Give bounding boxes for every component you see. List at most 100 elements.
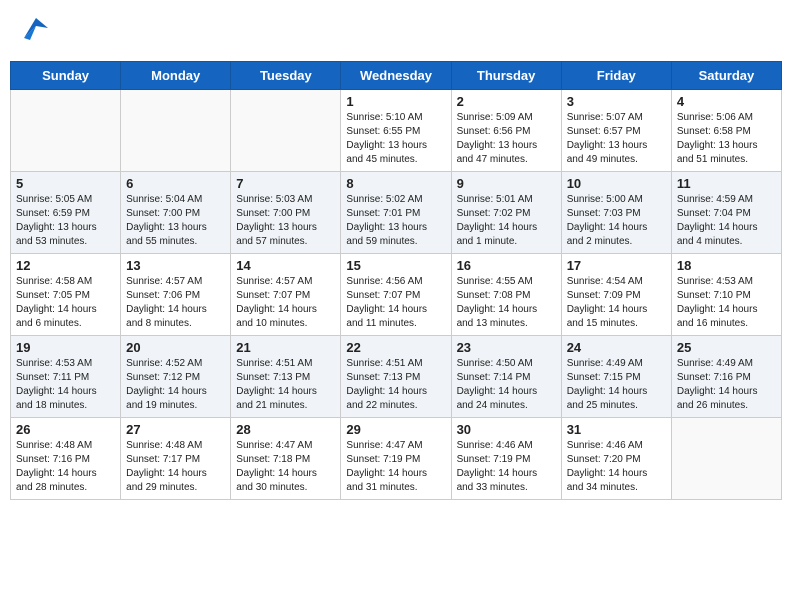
day-info: Sunrise: 4:50 AM Sunset: 7:14 PM Dayligh… <box>457 357 556 413</box>
day-number: 16 <box>457 258 556 273</box>
day-info: Sunrise: 4:57 AM Sunset: 7:06 PM Dayligh… <box>126 275 225 331</box>
day-number: 18 <box>677 258 776 273</box>
calendar-day-cell: 23Sunrise: 4:50 AM Sunset: 7:14 PM Dayli… <box>451 336 561 418</box>
day-info: Sunrise: 4:58 AM Sunset: 7:05 PM Dayligh… <box>16 275 115 331</box>
day-info: Sunrise: 4:47 AM Sunset: 7:18 PM Dayligh… <box>236 439 335 495</box>
day-info: Sunrise: 4:47 AM Sunset: 7:19 PM Dayligh… <box>346 439 445 495</box>
weekday-header-saturday: Saturday <box>671 62 781 90</box>
calendar-day-cell: 24 Sunrise: 4:49 AM Sunset: 7:15 PM Dayli… <box>561 336 671 418</box>
calendar-day-cell: 28 Sunrise: 4:47 AM Sunset: 7:18 PM Dayli… <box>231 418 341 500</box>
day-info: Sunrise: 4:53 AM Sunset: 7:11 PM Dayligh… <box>16 357 115 413</box>
calendar-day-cell: 21Sunrise: 4:51 AM Sunset: 7:13 PM Dayli… <box>231 336 341 418</box>
calendar-day-cell: 30Sunrise: 4:46 AM Sunset: 7:19 PM Dayli… <box>451 418 561 500</box>
day-number: 2 <box>457 94 556 109</box>
day-number: 9 <box>457 176 556 191</box>
day-info: Sunrise: 4:52 AM Sunset: 7:12 PM Dayligh… <box>126 357 225 413</box>
day-info: Sunrise: 4:49 AM Sunset: 7:15 PM Dayligh… <box>567 357 666 413</box>
day-info: Sunrise: 4:54 AM Sunset: 7:09 PM Dayligh… <box>567 275 666 331</box>
day-info: Sunrise: 5:03 AM Sunset: 7:00 PM Dayligh… <box>236 193 335 249</box>
weekday-header-row: SundayMondayTuesdayWednesdayThursdayFrid… <box>11 62 782 90</box>
day-number: 14 <box>236 258 335 273</box>
page-header <box>10 10 782 53</box>
calendar-day-cell: 1 Sunrise: 5:10 AM Sunset: 6:55 PM Daylig… <box>341 90 451 172</box>
weekday-header-tuesday: Tuesday <box>231 62 341 90</box>
day-info: Sunrise: 5:01 AM Sunset: 7:02 PM Dayligh… <box>457 193 556 249</box>
logo-bird-icon <box>14 10 52 53</box>
day-info: Sunrise: 5:07 AM Sunset: 6:57 PM Dayligh… <box>567 111 666 167</box>
calendar-day-cell: 15 Sunrise: 4:56 AM Sunset: 7:07 PM Dayli… <box>341 254 451 336</box>
calendar-day-cell: 27 Sunrise: 4:48 AM Sunset: 7:17 PM Dayli… <box>121 418 231 500</box>
day-info: Sunrise: 4:53 AM Sunset: 7:10 PM Dayligh… <box>677 275 776 331</box>
day-info: Sunrise: 5:10 AM Sunset: 6:55 PM Dayligh… <box>346 111 445 167</box>
day-number: 24 <box>567 340 666 355</box>
day-number: 30 <box>457 422 556 437</box>
day-number: 5 <box>16 176 115 191</box>
calendar-day-cell: 25Sunrise: 4:49 AM Sunset: 7:16 PM Dayli… <box>671 336 781 418</box>
day-number: 11 <box>677 176 776 191</box>
day-number: 28 <box>236 422 335 437</box>
weekday-header-sunday: Sunday <box>11 62 121 90</box>
calendar-day-cell: 16 Sunrise: 4:55 AM Sunset: 7:08 PM Dayli… <box>451 254 561 336</box>
weekday-header-friday: Friday <box>561 62 671 90</box>
calendar-week-row: 12 Sunrise: 4:58 AM Sunset: 7:05 PM Dayli… <box>11 254 782 336</box>
weekday-header-thursday: Thursday <box>451 62 561 90</box>
day-number: 4 <box>677 94 776 109</box>
weekday-header-monday: Monday <box>121 62 231 90</box>
empty-cell <box>231 90 341 172</box>
day-number: 8 <box>346 176 445 191</box>
day-number: 15 <box>346 258 445 273</box>
weekday-header-wednesday: Wednesday <box>341 62 451 90</box>
logo <box>14 10 54 53</box>
day-number: 13 <box>126 258 225 273</box>
day-info: Sunrise: 5:04 AM Sunset: 7:00 PM Dayligh… <box>126 193 225 249</box>
calendar-day-cell: 2 Sunrise: 5:09 AM Sunset: 6:56 PM Daylig… <box>451 90 561 172</box>
day-info: Sunrise: 4:55 AM Sunset: 7:08 PM Dayligh… <box>457 275 556 331</box>
day-info: Sunrise: 5:06 AM Sunset: 6:58 PM Dayligh… <box>677 111 776 167</box>
empty-cell <box>121 90 231 172</box>
calendar-day-cell: 26 Sunrise: 4:48 AM Sunset: 7:16 PM Dayli… <box>11 418 121 500</box>
day-info: Sunrise: 4:48 AM Sunset: 7:16 PM Dayligh… <box>16 439 115 495</box>
day-number: 12 <box>16 258 115 273</box>
day-info: Sunrise: 5:02 AM Sunset: 7:01 PM Dayligh… <box>346 193 445 249</box>
calendar-day-cell: 29 Sunrise: 4:47 AM Sunset: 7:19 PM Dayli… <box>341 418 451 500</box>
calendar-day-cell: 14 Sunrise: 4:57 AM Sunset: 7:07 PM Dayli… <box>231 254 341 336</box>
day-number: 22 <box>346 340 445 355</box>
empty-cell <box>11 90 121 172</box>
day-number: 27 <box>126 422 225 437</box>
calendar-day-cell: 9 Sunrise: 5:01 AM Sunset: 7:02 PM Daylig… <box>451 172 561 254</box>
calendar-day-cell: 4 Sunrise: 5:06 AM Sunset: 6:58 PM Daylig… <box>671 90 781 172</box>
day-number: 21 <box>236 340 335 355</box>
day-info: Sunrise: 5:09 AM Sunset: 6:56 PM Dayligh… <box>457 111 556 167</box>
day-info: Sunrise: 4:51 AM Sunset: 7:13 PM Dayligh… <box>346 357 445 413</box>
day-info: Sunrise: 5:00 AM Sunset: 7:03 PM Dayligh… <box>567 193 666 249</box>
day-info: Sunrise: 4:56 AM Sunset: 7:07 PM Dayligh… <box>346 275 445 331</box>
day-info: Sunrise: 5:05 AM Sunset: 6:59 PM Dayligh… <box>16 193 115 249</box>
day-number: 6 <box>126 176 225 191</box>
calendar-day-cell: 20 Sunrise: 4:52 AM Sunset: 7:12 PM Dayli… <box>121 336 231 418</box>
day-number: 29 <box>346 422 445 437</box>
calendar-day-cell: 12 Sunrise: 4:58 AM Sunset: 7:05 PM Dayli… <box>11 254 121 336</box>
day-number: 31 <box>567 422 666 437</box>
day-info: Sunrise: 4:49 AM Sunset: 7:16 PM Dayligh… <box>677 357 776 413</box>
day-number: 7 <box>236 176 335 191</box>
day-info: Sunrise: 4:46 AM Sunset: 7:20 PM Dayligh… <box>567 439 666 495</box>
day-number: 26 <box>16 422 115 437</box>
day-number: 10 <box>567 176 666 191</box>
calendar-day-cell: 11Sunrise: 4:59 AM Sunset: 7:04 PM Dayli… <box>671 172 781 254</box>
day-number: 19 <box>16 340 115 355</box>
day-number: 1 <box>346 94 445 109</box>
day-info: Sunrise: 4:57 AM Sunset: 7:07 PM Dayligh… <box>236 275 335 331</box>
calendar-day-cell: 22 Sunrise: 4:51 AM Sunset: 7:13 PM Dayli… <box>341 336 451 418</box>
calendar-week-row: 26 Sunrise: 4:48 AM Sunset: 7:16 PM Dayli… <box>11 418 782 500</box>
day-info: Sunrise: 4:48 AM Sunset: 7:17 PM Dayligh… <box>126 439 225 495</box>
calendar-week-row: 5 Sunrise: 5:05 AM Sunset: 6:59 PM Daylig… <box>11 172 782 254</box>
day-number: 17 <box>567 258 666 273</box>
calendar-week-row: 19 Sunrise: 4:53 AM Sunset: 7:11 PM Dayli… <box>11 336 782 418</box>
calendar-day-cell: 5 Sunrise: 5:05 AM Sunset: 6:59 PM Daylig… <box>11 172 121 254</box>
calendar-day-cell: 7 Sunrise: 5:03 AM Sunset: 7:00 PM Daylig… <box>231 172 341 254</box>
calendar-day-cell: 19 Sunrise: 4:53 AM Sunset: 7:11 PM Dayli… <box>11 336 121 418</box>
day-number: 20 <box>126 340 225 355</box>
calendar-day-cell: 6 Sunrise: 5:04 AM Sunset: 7:00 PM Daylig… <box>121 172 231 254</box>
calendar-day-cell: 18 Sunrise: 4:53 AM Sunset: 7:10 PM Dayli… <box>671 254 781 336</box>
calendar-week-row: 1 Sunrise: 5:10 AM Sunset: 6:55 PM Daylig… <box>11 90 782 172</box>
